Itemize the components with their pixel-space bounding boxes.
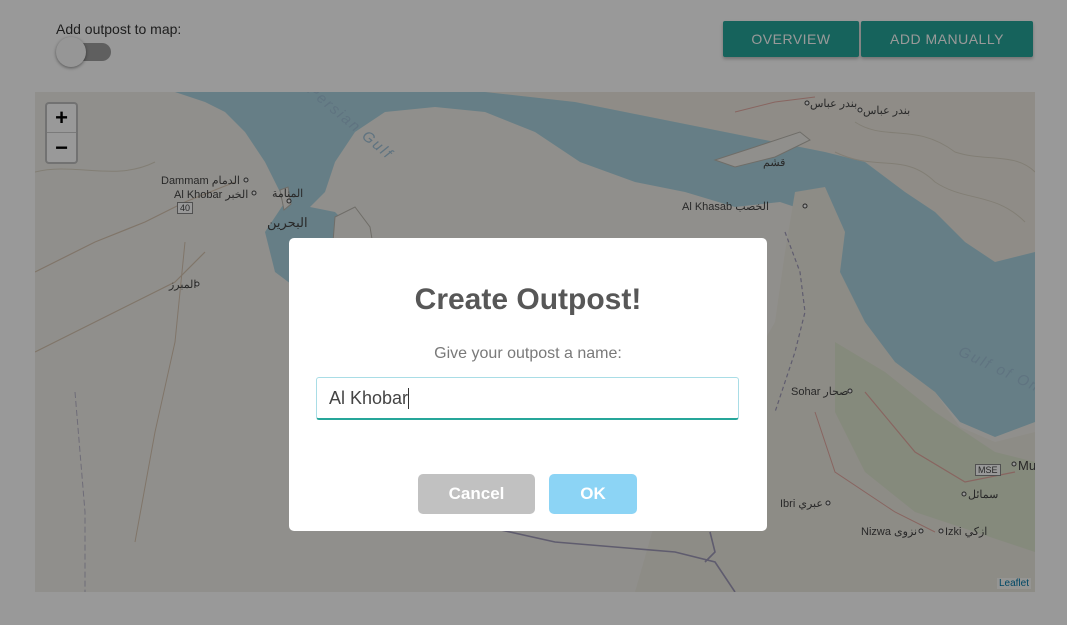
cancel-button[interactable]: Cancel	[418, 474, 535, 514]
outpost-name-input[interactable]	[316, 377, 739, 420]
dialog-text: Give your outpost a name:	[434, 345, 622, 362]
dialog-title: Create Outpost!	[414, 283, 642, 316]
text-caret	[408, 388, 409, 409]
create-outpost-dialog: Create Outpost! Give your outpost a name…	[289, 238, 767, 531]
ok-button[interactable]: OK	[549, 474, 637, 514]
